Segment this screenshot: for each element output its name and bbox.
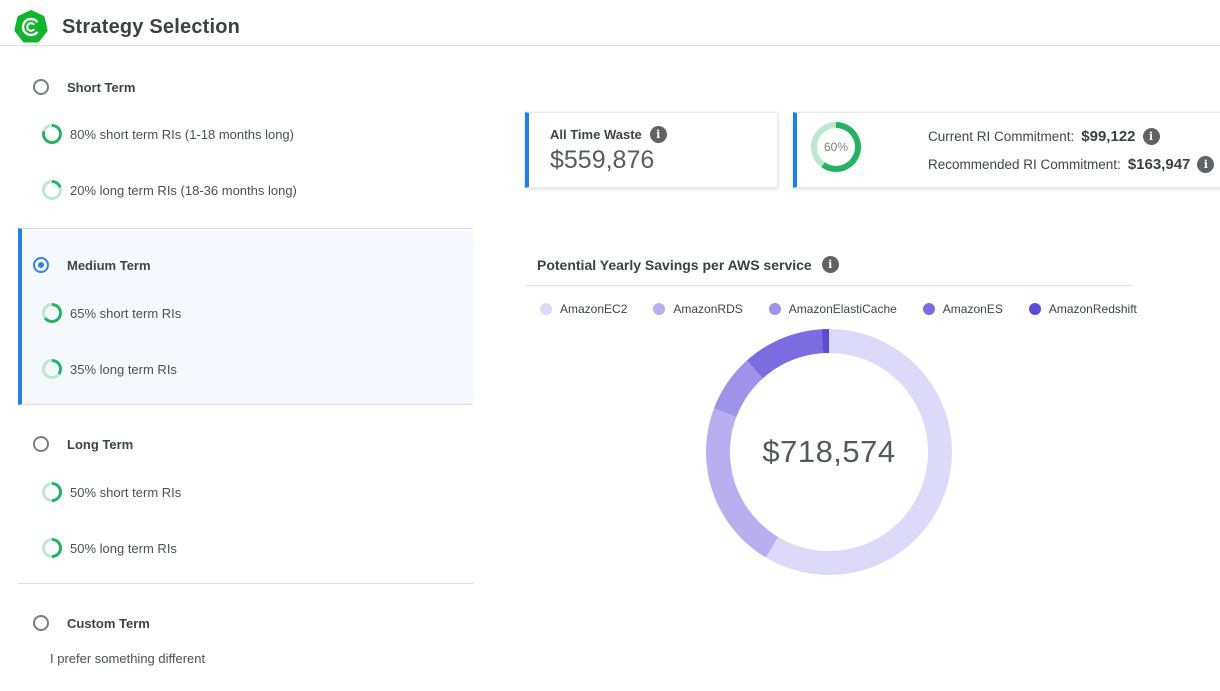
commitment-percent-label: 60% [824,140,848,154]
strategy-sub-item: 35% long term RIs [42,359,177,379]
strategy-sub-item: 80% short term RIs (1-18 months long) [42,124,294,144]
strategy-sub-item: 65% short term RIs [42,303,181,323]
recommended-ri-value: $163,947 [1128,156,1191,173]
savings-donut-chart[interactable]: $718,574 [706,329,952,575]
page-title: Strategy Selection [62,16,240,39]
donut-center-total: $718,574 [762,434,895,470]
sub-item-label: 80% short term RIs (1-18 months long) [70,127,294,142]
chart-title: Potential Yearly Savings per AWS service [537,257,812,273]
info-icon[interactable]: i [1143,128,1160,145]
radio-icon[interactable] [33,436,49,452]
chart-legend: AmazonEC2 AmazonRDS AmazonElastiCache Am… [540,302,1137,316]
radio-medium-term[interactable]: Medium Term [33,257,151,273]
percent-ring-icon [42,180,62,200]
strategy-sub-item: 50% short term RIs [42,482,181,502]
legend-dot-icon [1029,303,1041,315]
commitment-percent-ring: 60% [811,122,861,172]
waste-card-label: All Time Waste [550,127,642,142]
sub-item-label: 20% long term RIs (18-36 months long) [70,183,297,198]
percent-ring-icon [42,303,62,323]
legend-item-amazonrds[interactable]: AmazonRDS [653,302,742,316]
percent-ring-icon [42,538,62,558]
recommended-ri-label: Recommended RI Commitment: [928,157,1121,172]
app-logo-icon [14,10,48,44]
legend-label: AmazonElastiCache [789,302,897,316]
strategy-section-short-term: Short Term 80% short term RIs (1-18 mont… [18,60,473,228]
percent-ring-icon [42,359,62,379]
sub-item-label: 50% long term RIs [70,541,177,556]
section-label: Long Term [67,437,133,452]
strategy-section-long-term: Long Term 50% short term RIs 50% long te… [18,405,473,583]
radio-short-term[interactable]: Short Term [33,79,135,95]
legend-dot-icon [653,303,665,315]
percent-ring-icon [42,482,62,502]
sub-item-label: 50% short term RIs [70,485,181,500]
sub-item-label: 35% long term RIs [70,362,177,377]
legend-dot-icon [923,303,935,315]
potential-savings-chart: Potential Yearly Savings per AWS service… [525,245,1133,691]
percent-ring-icon [42,124,62,144]
legend-item-amazones[interactable]: AmazonES [923,302,1003,316]
radio-icon-selected[interactable] [33,257,49,273]
legend-item-amazonec2[interactable]: AmazonEC2 [540,302,627,316]
radio-icon[interactable] [33,615,49,631]
strategy-section-custom-term: Custom Term I prefer something different [18,583,473,691]
legend-dot-icon [769,303,781,315]
strategy-section-medium-term-selected: Medium Term 65% short term RIs 35% long … [18,228,473,405]
app-header: Strategy Selection [14,10,240,44]
legend-label: AmazonEC2 [560,302,627,316]
ri-commitment-card: 60% Current RI Commitment: $99,122 i Rec… [793,112,1220,188]
radio-icon[interactable] [33,79,49,95]
legend-label: AmazonRedshift [1049,302,1137,316]
recommended-ri-commitment-row: Recommended RI Commitment: $163,947 i [928,156,1214,173]
info-icon[interactable]: i [650,126,667,143]
radio-long-term[interactable]: Long Term [33,436,133,452]
legend-dot-icon [540,303,552,315]
section-label: Custom Term [67,616,150,631]
all-time-waste-card: All Time Waste i $559,876 [525,112,778,188]
current-ri-value: $99,122 [1081,128,1135,145]
strategy-sub-item: 20% long term RIs (18-36 months long) [42,180,297,200]
legend-label: AmazonES [943,302,1003,316]
legend-item-amazonredshift[interactable]: AmazonRedshift [1029,302,1137,316]
legend-label: AmazonRDS [673,302,742,316]
info-icon[interactable]: i [1197,156,1214,173]
header-divider [0,45,1220,46]
current-ri-commitment-row: Current RI Commitment: $99,122 i [928,128,1214,145]
legend-item-amazonelasticache[interactable]: AmazonElastiCache [769,302,897,316]
strategy-sub-item: 50% long term RIs [42,538,177,558]
section-label: Short Term [67,80,135,95]
radio-custom-term[interactable]: Custom Term [33,615,150,631]
current-ri-label: Current RI Commitment: [928,129,1074,144]
sub-item-label: 65% short term RIs [70,306,181,321]
custom-term-note: I prefer something different [50,651,205,666]
waste-card-value: $559,876 [550,146,654,175]
info-icon[interactable]: i [822,256,839,273]
section-label: Medium Term [67,258,151,273]
chart-divider [525,285,1133,286]
